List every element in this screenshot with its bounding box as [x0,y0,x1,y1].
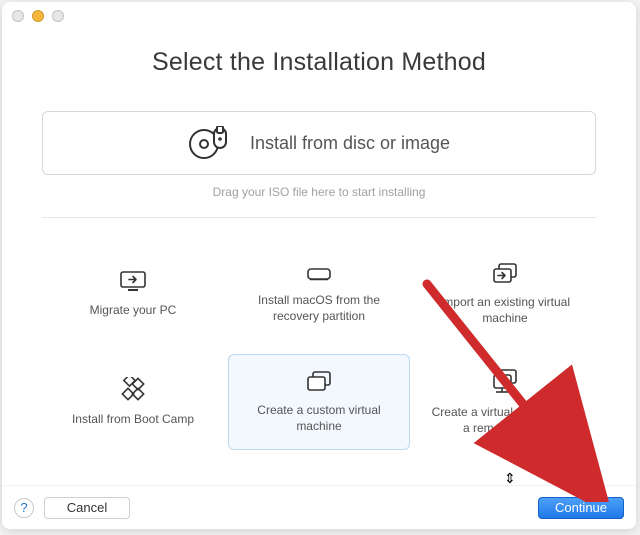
create-remote-vm-option[interactable]: Create a virtual machine on a remote ser… [414,354,596,450]
continue-button[interactable]: Continue [538,497,624,519]
install-macos-recovery-label: Install macOS from the recovery partitio… [244,292,394,324]
custom-vm-icon [306,370,332,392]
options-grid: Migrate your PC Install macOS from the r… [42,246,596,450]
window-zoom-button[interactable] [52,10,64,22]
page-title: Select the Installation Method [42,48,596,77]
create-custom-vm-option[interactable]: Create a custom virtual machine [228,354,410,450]
bootcamp-icon [121,377,145,401]
window-close-button[interactable] [12,10,24,22]
install-from-disc-label: Install from disc or image [250,133,450,154]
pc-migrate-icon [119,270,147,292]
help-button[interactable]: ? [14,498,34,518]
import-vm-option[interactable]: Import an existing virtual machine [414,246,596,342]
migrate-pc-option[interactable]: Migrate your PC [42,246,224,342]
install-macos-recovery-option[interactable]: Install macOS from the recovery partitio… [228,246,410,342]
install-from-disc-option[interactable]: Install from disc or image [42,111,596,175]
installer-window: Select the Installation Method Install f… [2,2,636,529]
titlebar [2,2,636,30]
window-minimize-button[interactable] [32,10,44,22]
remote-vm-icon [492,368,518,394]
disc-usb-icon [188,126,234,160]
cancel-button[interactable]: Cancel [44,497,130,519]
footer-bar: ? Cancel Continue [2,485,636,529]
create-custom-vm-label: Create a custom virtual machine [244,402,394,434]
divider [42,217,596,218]
content-area: Select the Installation Method Install f… [2,48,636,450]
install-bootcamp-label: Install from Boot Camp [72,411,194,427]
iso-drop-hint: Drag your ISO file here to start install… [42,185,596,199]
import-vm-icon [492,262,518,284]
migrate-pc-label: Migrate your PC [90,302,177,318]
import-vm-label: Import an existing virtual machine [430,294,580,326]
create-remote-vm-label: Create a virtual machine on a remote ser… [430,404,580,436]
drive-icon [306,264,332,282]
install-bootcamp-option[interactable]: Install from Boot Camp [42,354,224,450]
